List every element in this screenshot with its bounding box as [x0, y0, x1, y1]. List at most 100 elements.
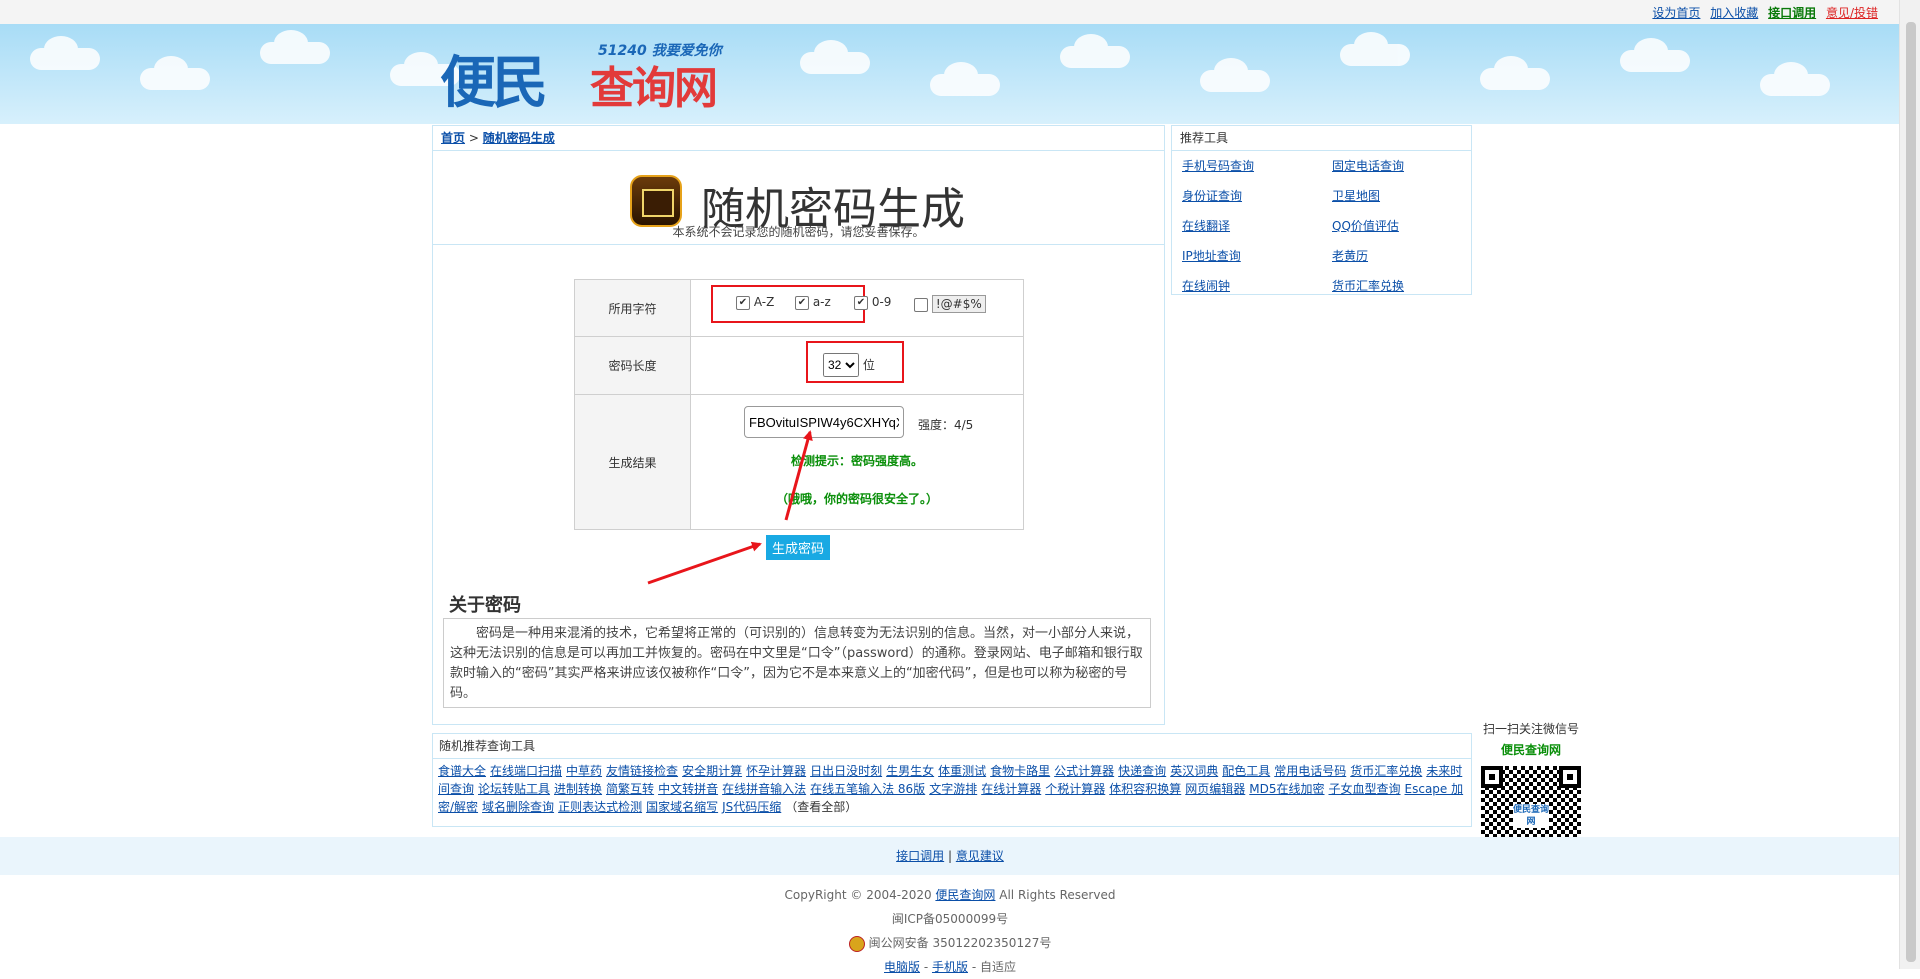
checkbox-lowercase[interactable]: ✔ [795, 295, 809, 310]
header-banner [0, 24, 1900, 124]
side-link-idcard[interactable]: 身份证查询 [1182, 187, 1332, 204]
recommend-link[interactable]: 子女血型查询 [1329, 782, 1401, 796]
recommend-link[interactable]: 论坛转贴工具 [478, 782, 550, 796]
vertical-scrollbar[interactable] [1899, 0, 1920, 969]
highlight-box [711, 285, 865, 323]
recommend-link[interactable]: 域名删除查询 [482, 800, 554, 814]
copyright: CopyRight © 2004-2020 便民查询网 All Rights R… [0, 883, 1900, 907]
char-label: A-Z [753, 295, 775, 309]
mobile-version-link[interactable]: 手机版 [932, 960, 968, 974]
cloud-decoration [1060, 34, 1130, 68]
recommend-link[interactable]: 文字游排 [929, 782, 977, 796]
char-option-lowercase[interactable]: ✔ a-z [795, 295, 831, 310]
password-output[interactable] [744, 406, 904, 438]
recommend-link[interactable]: 简繁互转 [606, 782, 654, 796]
recommend-link[interactable]: 安全期计算 [682, 764, 742, 778]
length-cell: 32 位 [690, 336, 1024, 395]
feedback-link[interactable]: 意见/投错 [1826, 6, 1878, 20]
recommend-link[interactable]: 配色工具 [1222, 764, 1270, 778]
top-links: 设为首页 加入收藏 接口调用 意见/投错 [1646, 4, 1878, 21]
cloud-decoration [930, 62, 1000, 96]
add-favorite-link[interactable]: 加入收藏 [1710, 6, 1758, 20]
side-link-landline[interactable]: 固定电话查询 [1332, 157, 1482, 174]
recommend-link[interactable]: 中文转拼音 [658, 782, 718, 796]
breadcrumb-home[interactable]: 首页 [441, 131, 465, 145]
random-recommend: 随机推荐查询工具 食谱大全 在线端口扫描 中草药 友情链接检查 安全期计算 怀孕计算器 日出… [432, 733, 1472, 827]
recommend-link[interactable]: 公式计算器 [1054, 764, 1114, 778]
qr-finder [1559, 766, 1581, 788]
privacy-note: 本系统不会记录您的随机密码，请您妥善保存。 [672, 225, 925, 239]
desktop-version-link[interactable]: 电脑版 [884, 960, 920, 974]
recommend-more-link[interactable]: （查看全部） [785, 800, 857, 814]
recommend-link[interactable]: 食谱大全 [438, 764, 486, 778]
side-link-qq[interactable]: QQ价值评估 [1332, 217, 1482, 234]
checkbox-uppercase[interactable]: ✔ [736, 295, 750, 310]
length-select[interactable]: 32 [823, 352, 859, 377]
copyright-site-link[interactable]: 便民查询网 [935, 888, 995, 902]
breadcrumb-current[interactable]: 随机密码生成 [483, 131, 555, 145]
recommend-link[interactable]: 国家域名缩写 [646, 800, 718, 814]
checkbox-symbols[interactable] [914, 297, 928, 312]
side-link-ip[interactable]: IP地址查询 [1182, 247, 1332, 264]
recommend-link[interactable]: 体重测试 [938, 764, 986, 778]
side-link-satellite[interactable]: 卫星地图 [1332, 187, 1482, 204]
recommend-link[interactable]: 常用电话号码 [1274, 764, 1346, 778]
char-option-digits[interactable]: ✔ 0-9 [854, 295, 891, 310]
generate-password-button[interactable]: 生成密码 [766, 535, 831, 560]
recommend-link[interactable]: 怀孕计算器 [746, 764, 806, 778]
footer-api-link[interactable]: 接口调用 [896, 849, 944, 863]
api-link[interactable]: 接口调用 [1768, 6, 1816, 20]
breadcrumb: 首页 > 随机密码生成 [433, 126, 1164, 151]
recommend-links: 食谱大全 在线端口扫描 中草药 友情链接检查 安全期计算 怀孕计算器 日出日没时刻 生男生女体… [433, 759, 1471, 819]
side-link-translate[interactable]: 在线翻译 [1182, 217, 1332, 234]
side-link-almanac[interactable]: 老黄历 [1332, 247, 1482, 264]
cloud-decoration [1340, 32, 1410, 66]
recommend-link[interactable]: 货币汇率兑换 [1350, 764, 1422, 778]
result-cell: 强度：4/5 检测提示：密码强度高。 （哦哦，你的密码很安全了。） [690, 394, 1024, 530]
recommend-link[interactable]: 在线拼音输入法 [722, 782, 806, 796]
recommend-link[interactable]: JS代码压缩 [722, 800, 781, 814]
recommend-link[interactable]: 正则表达式检测 [558, 800, 642, 814]
recommend-link[interactable]: 生男生女 [886, 764, 934, 778]
recommend-link[interactable]: MD5在线加密 [1249, 782, 1324, 796]
footer-feedback-link[interactable]: 意见建议 [956, 849, 1004, 863]
recommended-tools: 推荐工具 手机号码查询 固定电话查询 身份证查询 卫星地图 在线翻译 QQ价值评… [1171, 125, 1472, 295]
footer-links: 接口调用 | 意见建议 [0, 837, 1900, 875]
side-link-alarm[interactable]: 在线闹钟 [1182, 277, 1332, 294]
site-logo[interactable]: 便民 51240 我要爱免你 查询网 [440, 30, 740, 120]
footer: CopyRight © 2004-2020 便民查询网 All Rights R… [0, 875, 1900, 974]
logo-mark: 便民 [440, 50, 548, 116]
recommend-link[interactable]: 体积容积换算 [1109, 782, 1181, 796]
recommend-link[interactable]: 网页编辑器 [1185, 782, 1245, 796]
police-record-text: 闽公网安备 35012202350127号 [868, 936, 1052, 950]
recommend-link[interactable]: 快递查询 [1118, 764, 1166, 778]
main-panel: 首页 > 随机密码生成 随机密码生成 本系统不会记录您的随机密码，请您妥善保存。… [432, 125, 1165, 725]
side-link-phone[interactable]: 手机号码查询 [1182, 157, 1332, 174]
result-label: 生成结果 [574, 394, 691, 530]
recommend-link[interactable]: 在线端口扫描 [490, 764, 562, 778]
recommend-link[interactable]: 日出日没时刻 [810, 764, 882, 778]
scrollbar-thumb[interactable] [1906, 22, 1916, 962]
recommend-title: 随机推荐查询工具 [433, 734, 1471, 759]
recommend-link[interactable]: 在线计算器 [981, 782, 1041, 796]
recommend-link[interactable]: 英汉词典 [1170, 764, 1218, 778]
icp-record: 闽ICP备05000099号 [891, 912, 1009, 926]
version-separator: - [920, 960, 932, 974]
recommend-link[interactable]: 个税计算器 [1045, 782, 1105, 796]
qr-logo-label: 便民查询网 [1513, 804, 1550, 828]
safety-tip: （哦哦，你的密码很安全了。） [775, 492, 938, 506]
side-link-currency[interactable]: 货币汇率兑换 [1332, 277, 1482, 294]
footer-separator: | [944, 849, 956, 863]
about-text: 密码是一种用来混淆的技术，它希望将正常的（可识别的）信息转变为无法识别的信息。当… [443, 618, 1151, 708]
recommend-link[interactable]: 食物卡路里 [990, 764, 1050, 778]
char-option-uppercase[interactable]: ✔ A-Z [736, 295, 774, 310]
recommend-link[interactable]: 进制转换 [554, 782, 602, 796]
side-links: 手机号码查询 固定电话查询 身份证查询 卫星地图 在线翻译 QQ价值评估 IP地… [1172, 151, 1471, 300]
set-homepage-link[interactable]: 设为首页 [1652, 6, 1700, 20]
char-option-symbols[interactable]: !@#$% [914, 295, 986, 313]
recommend-link[interactable]: 友情链接检查 [606, 764, 678, 778]
qr-finder [1481, 766, 1503, 788]
recommend-link[interactable]: 中草药 [566, 764, 602, 778]
checkbox-digits[interactable]: ✔ [854, 295, 868, 310]
recommend-link[interactable]: 在线五笔输入法 86版 [810, 782, 925, 796]
